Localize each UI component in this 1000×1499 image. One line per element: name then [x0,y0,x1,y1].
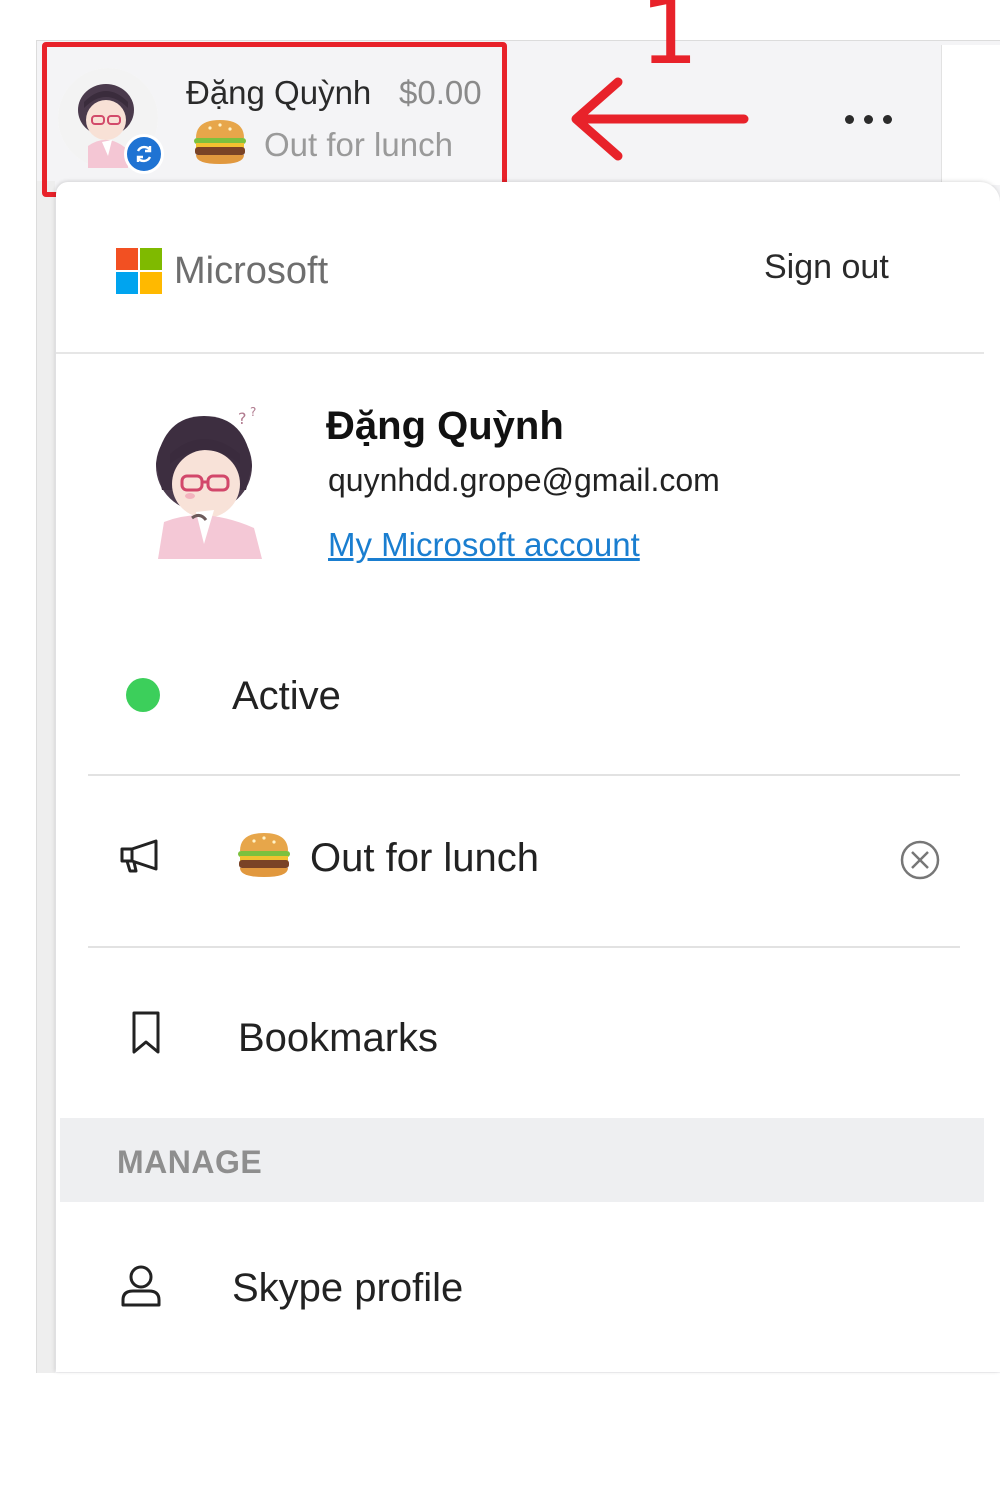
app-right-strip [941,45,1000,185]
mood-message-text: Out for lunch [310,836,540,880]
mood-message-row[interactable]: Out for lunch [88,776,960,948]
megaphone-icon [118,838,166,879]
status-active-row[interactable]: Active [88,640,960,776]
bookmark-icon [130,1010,162,1061]
manage-header-text: MANAGE [117,1144,263,1180]
active-status-dot [126,678,160,712]
more-options-icon[interactable] [838,104,898,134]
microsoft-brand-text: Microsoft [174,250,329,292]
skype-profile-row[interactable]: Skype profile [88,1206,960,1372]
svg-text:?: ? [238,409,247,428]
skype-profile-label: Skype profile [232,1266,464,1310]
profile-email: quynhdd.grope@gmail.com [328,462,720,498]
account-menu-panel: Microsoft Sign out ? ? Đặng Quỳnh quynhd… [56,182,1000,1372]
bookmarks-label: Bookmarks [238,1016,439,1060]
annotation-highlight-box [42,42,507,197]
bookmarks-row[interactable]: Bookmarks [88,948,960,1118]
annotation-step-number: 1 [640,0,699,85]
svg-text:?: ? [250,405,256,419]
sign-out-button[interactable]: Sign out [764,248,889,287]
status-label: Active [232,674,341,718]
profile-display-name: Đặng Quỳnh [326,404,564,448]
my-microsoft-account-link[interactable]: My Microsoft account [328,526,640,564]
burger-emoji-icon [234,828,294,887]
clear-icon[interactable] [898,838,942,887]
app-left-rail [37,181,55,1373]
profile-summary: ? ? Đặng Quỳnh quynhdd.grope@gmail.com M… [56,354,984,604]
manage-section-header: MANAGE [60,1118,984,1202]
microsoft-logo-icon [116,248,162,294]
microsoft-account-row: Microsoft Sign out [56,182,984,354]
annotation-arrow-icon [571,77,749,161]
person-icon [120,1264,162,1313]
profile-avatar[interactable]: ? ? [134,394,274,559]
